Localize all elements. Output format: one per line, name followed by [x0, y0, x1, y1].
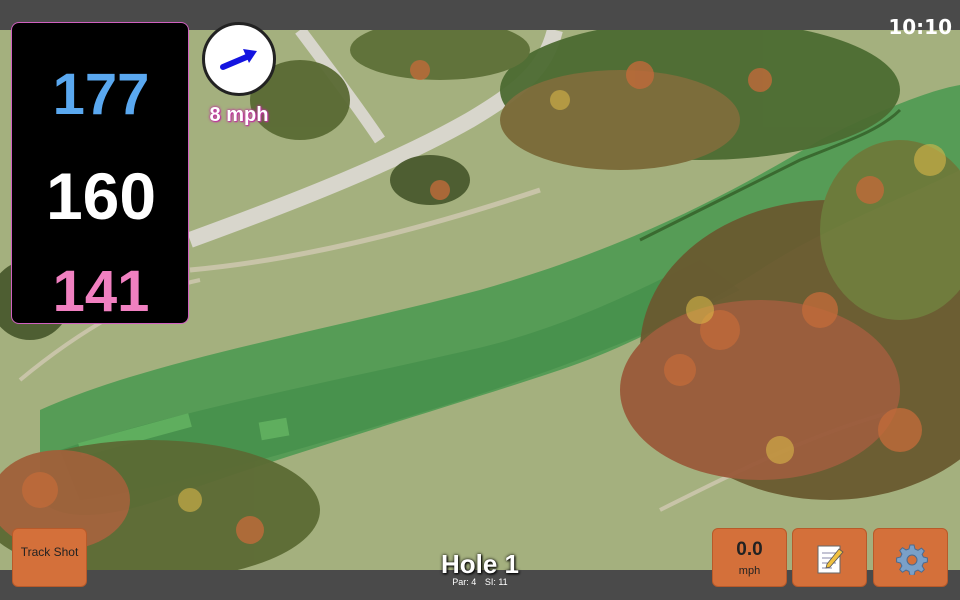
hole-stroke-index: SI: 11	[484, 577, 508, 587]
wind-arrow-icon	[220, 49, 257, 70]
back-distance: 177	[52, 62, 150, 127]
settings-button[interactable]	[873, 528, 948, 587]
front-distance: 141	[52, 259, 150, 324]
middle-distance: 160	[45, 159, 157, 233]
notepad-icon	[817, 545, 844, 574]
speed-unit: mph	[738, 565, 761, 577]
clock: 10:10	[888, 15, 952, 39]
wind-indicator	[202, 22, 276, 96]
gear-icon	[896, 544, 928, 575]
track-shot-button[interactable]: Track Shot	[12, 528, 87, 587]
hole-par: Par: 4	[452, 577, 477, 587]
hole-title: Hole 1	[440, 549, 520, 579]
hole-info: Par: 4 SI: 11	[380, 577, 580, 587]
track-shot-label: Track Shot	[20, 545, 79, 559]
speed-button[interactable]: 0.0 mph	[712, 528, 787, 587]
wind-speed: 8 mph	[209, 104, 269, 126]
distance-panel: 177 160 141	[11, 22, 189, 324]
notes-button[interactable]	[792, 528, 867, 587]
speed-value: 0.0	[736, 539, 763, 560]
